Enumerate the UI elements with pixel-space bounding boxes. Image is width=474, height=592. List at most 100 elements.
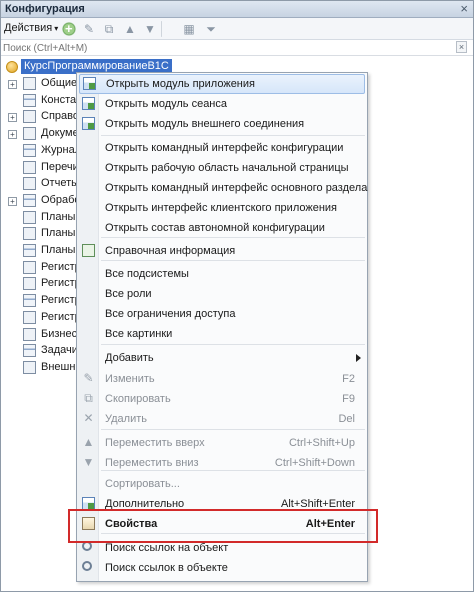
actions-menu-button[interactable]: Действия ▾ <box>4 22 58 34</box>
tree-node[interactable]: Журнал <box>1 143 81 159</box>
tree-node[interactable]: Бизнес- <box>1 327 81 343</box>
window-title: Конфигурация <box>5 3 85 15</box>
menu-item[interactable]: Все роли <box>77 284 367 304</box>
menu-separator <box>101 429 365 430</box>
tree-node-icon <box>23 127 36 141</box>
toolbar-separator <box>161 21 162 37</box>
close-icon[interactable]: × <box>460 1 468 16</box>
arrow-down-icon: ▼ <box>82 455 95 469</box>
menu-item[interactable]: Поиск ссылок в объекте <box>77 558 367 578</box>
tree-node-icon <box>23 193 36 207</box>
tree-node-label: Обрабо <box>41 193 81 206</box>
expand-icon[interactable]: + <box>8 196 17 206</box>
tree-node[interactable]: Планы в <box>1 210 84 226</box>
menu-item-label: Изменить <box>105 373 155 385</box>
grid-icon[interactable]: ▦ <box>181 21 197 37</box>
add-icon[interactable]: + <box>61 21 77 37</box>
menu-item[interactable]: Открыть модуль приложения <box>79 74 365 94</box>
tree-node[interactable]: Констан <box>1 93 82 109</box>
tree-node[interactable]: + Справоч <box>1 109 84 125</box>
tree-node-icon <box>23 277 36 291</box>
submenu-arrow-icon <box>356 354 361 362</box>
menu-item[interactable]: Все картинки <box>77 324 367 344</box>
tree-node[interactable]: + Докуме <box>1 126 81 142</box>
menu-item-label: Скопировать <box>105 393 171 405</box>
menu-item-label: Открыть командный интерфейс конфигурации <box>105 142 344 154</box>
menu-item-label: Все ограничения доступа <box>105 308 236 320</box>
tree-node[interactable]: Планы в <box>1 243 84 259</box>
tree-node-icon <box>23 227 36 241</box>
actions-label: Действия <box>4 22 53 34</box>
menu-item[interactable]: ▼ Переместить вниз Ctrl+Shift+Down <box>77 453 367 473</box>
menu-item[interactable]: Открыть интерфейс клиентского приложения <box>77 198 367 218</box>
tree-node-icon <box>23 344 36 358</box>
menu-item-label: Удалить <box>105 413 147 425</box>
tree-node[interactable]: Регистр <box>1 276 81 292</box>
search-input[interactable] <box>3 41 451 55</box>
tree-node[interactable]: Внешни <box>1 360 82 376</box>
tree-node-label: Регистр <box>41 294 81 307</box>
tree-node-icon <box>23 360 36 374</box>
tree-node[interactable]: + Обрабо <box>1 193 81 209</box>
pencil-icon: ✎ <box>83 371 94 385</box>
expand-icon[interactable]: + <box>8 113 17 123</box>
menu-item[interactable]: Сортировать... <box>77 474 367 494</box>
tree-node-label: Регистр <box>41 277 81 290</box>
menu-item[interactable]: ⧉ Скопировать F9 <box>77 389 367 409</box>
menu-item[interactable]: ▲ Переместить вверх Ctrl+Shift+Up <box>77 433 367 453</box>
tree-node[interactable]: Регистр <box>1 310 81 326</box>
menu-item[interactable]: Открыть модуль внешнего соединения <box>77 114 367 134</box>
arrow-up-icon: ▲ <box>82 435 95 449</box>
menu-item-label: Открыть рабочую область начальной страни… <box>105 162 349 174</box>
menu-item[interactable]: Открыть рабочую область начальной страни… <box>77 158 367 178</box>
tree-node[interactable]: Регистр <box>1 260 81 276</box>
filter-icon[interactable]: ⏷ <box>203 21 219 37</box>
tree-node-label: Задачи <box>41 344 78 357</box>
menu-item-label: Поиск ссылок на объект <box>105 542 229 554</box>
menu-item-label: Открыть интерфейс клиентского приложения <box>105 202 338 214</box>
tree-node[interactable]: + Общие <box>1 76 81 92</box>
menu-item[interactable]: Справочная информация <box>77 241 367 261</box>
menu-item-label: Все картинки <box>105 328 173 340</box>
tree-node-icon <box>23 310 36 324</box>
tree-node-label: Регистр <box>41 310 81 323</box>
pencil-icon[interactable]: ✎ <box>81 21 97 37</box>
menu-item[interactable]: Все подсистемы <box>77 264 367 284</box>
arrow-up-icon[interactable]: ▲ <box>122 21 138 37</box>
search-icon <box>82 561 92 571</box>
tree-node-icon <box>23 260 36 274</box>
menu-item[interactable]: Открыть командный интерфейс конфигурации <box>77 138 367 158</box>
copy-icon: ⧉ <box>84 391 93 405</box>
menu-item-shortcut: Del <box>338 413 355 425</box>
module-icon <box>83 77 96 90</box>
tree-node-icon <box>23 160 36 174</box>
menu-item-label: Добавить <box>105 352 154 364</box>
tree-node[interactable]: Регистр <box>1 293 81 309</box>
menu-item-shortcut: Ctrl+Shift+Up <box>288 437 355 449</box>
menu-item[interactable]: Открыть командный интерфейс основного ра… <box>77 178 367 198</box>
menu-item-label: Поиск ссылок в объекте <box>105 562 228 574</box>
menu-item-label: Сортировать... <box>105 478 180 490</box>
module-icon <box>82 97 95 110</box>
menu-item[interactable]: ✕ Удалить Del <box>77 409 367 429</box>
menu-item-label: Переместить вниз <box>105 457 199 469</box>
tree-node[interactable]: Планы с <box>1 226 84 242</box>
tree-node[interactable]: Перечис <box>1 160 84 176</box>
tree-node[interactable]: Отчеты <box>1 176 81 192</box>
menu-item[interactable]: Открыть состав автономной конфигурации <box>77 218 367 238</box>
tree-node[interactable]: Задачи <box>1 343 81 359</box>
expand-icon[interactable]: + <box>8 80 17 89</box>
menu-item[interactable]: Открыть модуль сеанса <box>77 94 367 114</box>
tree-node-icon <box>23 244 36 257</box>
arrow-down-icon[interactable]: ▼ <box>142 21 158 37</box>
tree-node-label: Регистр <box>41 260 81 273</box>
menu-item-label: Справочная информация <box>105 245 236 257</box>
menu-item[interactable]: ✎ Изменить F2 <box>77 369 367 389</box>
menu-item-label: Открыть командный интерфейс основного ра… <box>105 182 368 194</box>
menu-item[interactable]: Добавить <box>77 348 367 368</box>
clear-search-icon[interactable]: × <box>456 41 467 53</box>
expand-icon[interactable]: + <box>8 130 17 140</box>
copy-icon[interactable]: ⧉ <box>101 21 117 37</box>
menu-item-label: Открыть модуль внешнего соединения <box>105 118 305 130</box>
menu-item[interactable]: Все ограничения доступа <box>77 304 367 324</box>
